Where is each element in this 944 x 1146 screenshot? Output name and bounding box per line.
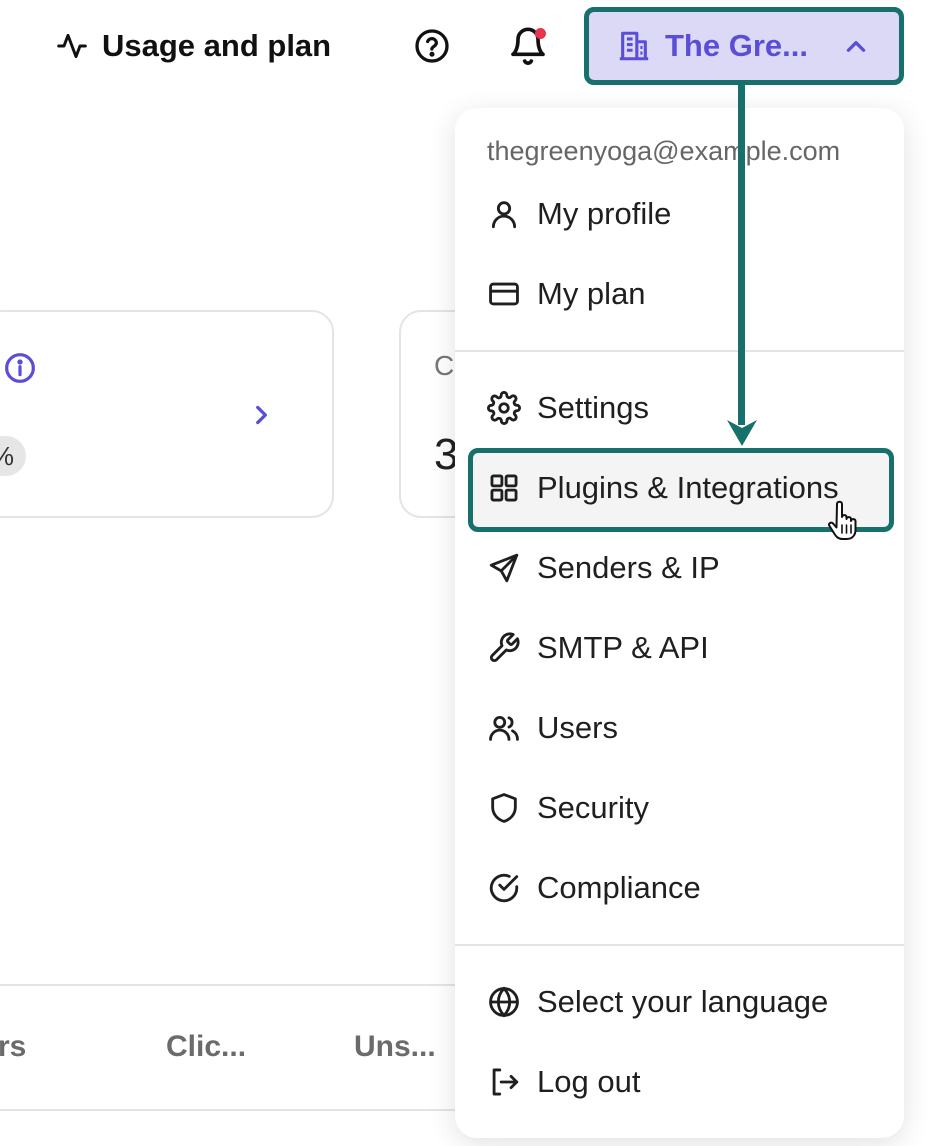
send-icon: [489, 553, 519, 583]
menu-item-label: Senders & IP: [537, 550, 720, 585]
card-label: C: [434, 350, 455, 381]
usage-and-plan-label: Usage and plan: [102, 28, 332, 63]
usage-and-plan-link[interactable]: Usage and plan: [56, 26, 331, 66]
logout-icon: [492, 1068, 519, 1096]
wrench-icon: [489, 632, 520, 663]
column-header-clicks[interactable]: Clic...: [166, 1030, 246, 1064]
column-header[interactable]: rs: [0, 1030, 26, 1064]
menu-divider: [455, 944, 904, 946]
stats-card: [0, 310, 334, 518]
menu-item-settings[interactable]: Settings: [455, 378, 904, 438]
menu-item-select-language[interactable]: Select your language: [455, 972, 904, 1032]
menu-item-my-profile[interactable]: My profile: [455, 184, 904, 244]
chevron-right-icon[interactable]: [248, 402, 274, 428]
menu-divider: [455, 350, 904, 352]
check-circle-icon: [489, 873, 519, 903]
hand-cursor-icon: [828, 500, 857, 540]
account-menu-button[interactable]: The Gre...: [584, 7, 904, 85]
table-header-border: [0, 1109, 470, 1111]
menu-item-label: Select your language: [537, 984, 829, 1019]
menu-item-smtp-api[interactable]: SMTP & API: [455, 618, 904, 678]
menu-item-senders-ip[interactable]: Senders & IP: [455, 538, 904, 598]
shield-icon: [491, 793, 517, 823]
menu-item-label: Security: [537, 790, 649, 825]
user-icon: [491, 201, 517, 229]
menu-item-label: Log out: [537, 1064, 641, 1099]
account-name: The Gre...: [665, 28, 808, 63]
menu-item-security[interactable]: Security: [455, 778, 904, 838]
column-header-unsubscribes[interactable]: Uns...: [354, 1030, 436, 1064]
annotation-arrow-shaft: [738, 85, 745, 425]
menu-item-log-out[interactable]: Log out: [455, 1052, 904, 1112]
users-icon: [489, 715, 519, 741]
menu-item-label: Users: [537, 710, 618, 745]
menu-item-label: Plugins & Integrations: [537, 470, 839, 505]
help-circle-icon[interactable]: [414, 28, 450, 64]
info-icon[interactable]: [4, 352, 36, 384]
account-email: thegreenyoga@example.com: [487, 136, 841, 166]
activity-icon: [57, 33, 87, 59]
globe-icon: [489, 986, 519, 1018]
menu-item-label: My profile: [537, 196, 672, 231]
grid-icon: [490, 474, 518, 502]
chevron-up-icon: [846, 41, 866, 52]
menu-item-users[interactable]: Users: [455, 698, 904, 758]
building-icon: [619, 31, 649, 61]
menu-item-label: My plan: [537, 276, 646, 311]
notification-dot: [535, 28, 546, 39]
table-header-border: [0, 984, 470, 986]
menu-item-label: SMTP & API: [537, 630, 709, 665]
menu-item-compliance[interactable]: Compliance: [455, 858, 904, 918]
gear-icon: [487, 391, 521, 425]
menu-item-my-plan[interactable]: My plan: [455, 264, 904, 324]
menu-item-label: Compliance: [537, 870, 701, 905]
credit-card-icon: [489, 282, 519, 306]
menu-item-label: Settings: [537, 390, 650, 425]
annotation-arrow-head-icon: [727, 420, 757, 446]
